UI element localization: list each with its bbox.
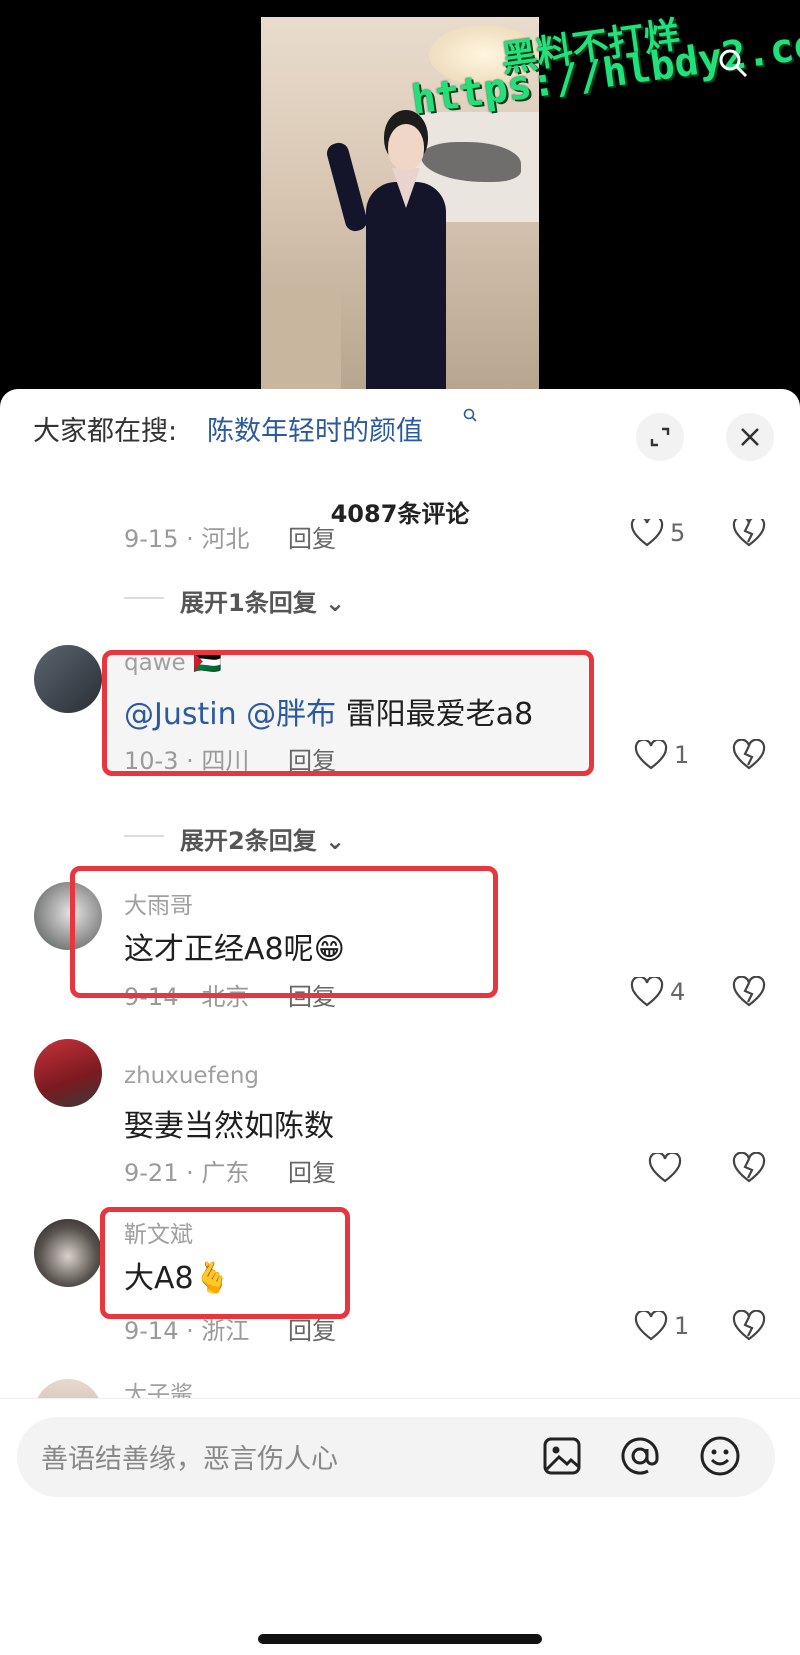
home-indicator [258, 1634, 542, 1644]
avatar[interactable] [34, 645, 102, 713]
trending-label: 大家都在搜: [33, 416, 178, 447]
comment-input[interactable]: 善语结善缘，恶言伤人心 [17, 1417, 775, 1497]
comment-list[interactable]: 9-15 · 河北 回复 5 展开1条回复 ⌄ qawe 🇵🇸 @Justin … [0, 519, 800, 1399]
comment-username[interactable]: 太子酱 [124, 1375, 193, 1399]
heart-icon[interactable] [630, 977, 664, 1007]
reply-button[interactable]: 回复 [288, 519, 336, 554]
heart-icon[interactable] [648, 1153, 682, 1183]
comments-sheet: 大家都在搜: 陈数年轻时的颜值 4087条评论 9-15 · 河北 回复 5 展… [0, 389, 800, 1655]
divider [124, 597, 164, 599]
cabinet [261, 287, 341, 390]
at-icon[interactable] [617, 1433, 663, 1479]
image-icon[interactable] [539, 1433, 585, 1479]
comment-username[interactable]: zhuxuefeng [124, 1063, 259, 1089]
sheet-header: 大家都在搜: 陈数年轻时的颜值 [0, 389, 800, 461]
comment-text: 娶妻当然如陈数 [124, 1109, 334, 1144]
woman-figure [324, 102, 456, 390]
avatar[interactable] [34, 1039, 102, 1107]
comment-meta: 9-21 · 广东 [124, 1159, 250, 1187]
broken-heart-icon[interactable] [732, 1152, 766, 1184]
video-player[interactable]: 黑料不打烊 https://hlbdy2.com [0, 0, 800, 400]
highlight-box [102, 650, 594, 776]
like-count: 1 [674, 741, 690, 769]
like-count: 4 [670, 978, 686, 1006]
emoji-icon[interactable] [697, 1433, 743, 1479]
broken-heart-icon[interactable] [732, 976, 766, 1008]
comment-meta: 9-15 · 河北 [124, 525, 250, 553]
search-icon[interactable] [462, 407, 478, 423]
close-button[interactable] [726, 413, 774, 461]
expand-replies-button[interactable]: 展开2条回复 ⌄ [180, 821, 345, 856]
like-count: 5 [670, 519, 686, 547]
expand-button[interactable] [636, 413, 684, 461]
broken-heart-icon[interactable] [732, 1310, 766, 1342]
input-placeholder: 善语结善缘，恶言伤人心 [41, 1444, 338, 1475]
like-count: 1 [674, 1312, 690, 1340]
divider [124, 835, 164, 837]
search-icon[interactable] [718, 48, 748, 78]
heart-icon[interactable] [630, 519, 664, 547]
avatar[interactable] [34, 1219, 102, 1287]
highlight-box [100, 1207, 350, 1319]
reply-button[interactable]: 回复 [288, 1153, 336, 1188]
heart-icon[interactable] [634, 740, 668, 770]
broken-heart-icon[interactable] [732, 519, 766, 548]
expand-icon [650, 427, 670, 447]
expand-replies-button[interactable]: 展开1条回复 ⌄ [180, 583, 345, 618]
heart-icon[interactable] [634, 1311, 668, 1341]
highlight-box [70, 866, 498, 998]
comment-input-bar: 善语结善缘，恶言伤人心 [0, 1398, 800, 1655]
broken-heart-icon[interactable] [732, 739, 766, 771]
avatar[interactable] [34, 1379, 102, 1399]
close-icon [741, 428, 759, 446]
trending-query-link[interactable]: 陈数年轻时的颜值 [207, 409, 423, 448]
